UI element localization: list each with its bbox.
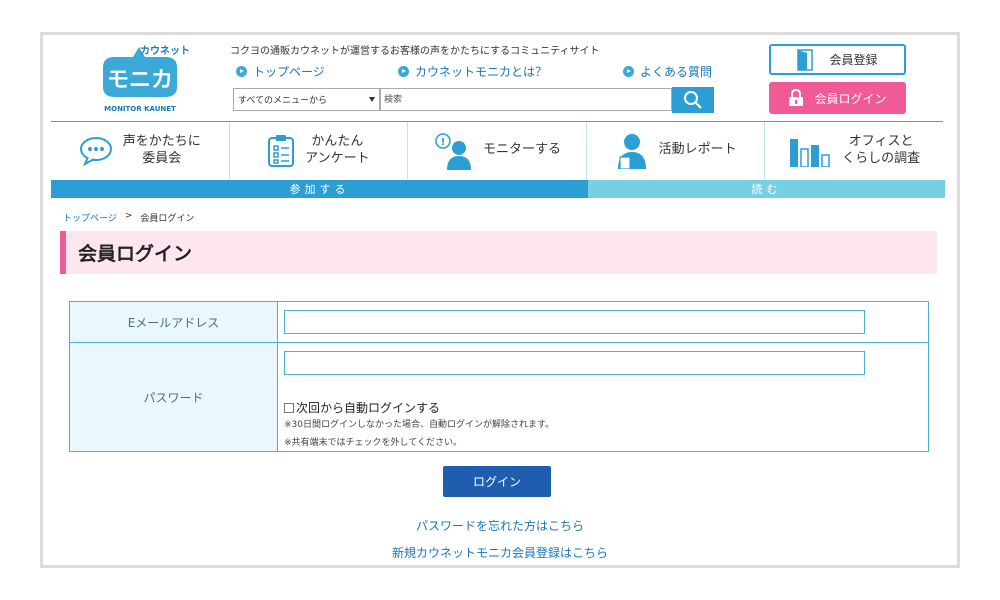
main-nav: 声をかたちに 委員会 かんたん アンケート ! モニターする 活動レポート オフ… <box>51 121 943 179</box>
email-row: Eメールアドレス <box>70 302 928 343</box>
nav-section-read: 読む <box>588 180 945 198</box>
page-frame: カウネット モニカ MONITOR KAUNET コクヨの通販カウネットが運営す… <box>40 32 960 568</box>
arrow-circle-icon <box>623 66 634 77</box>
nav-label: モニターする <box>482 142 561 158</box>
login-form: Eメールアドレス パスワード 次回から自動ログインする ※30日間ログインしなか… <box>69 301 929 452</box>
auto-login-label: 次回から自動ログインする <box>296 401 441 415</box>
password-row: パスワード 次回から自動ログインする ※30日間ログインしなかった場合、自動ログ… <box>70 343 928 451</box>
link-label: トップページ <box>253 65 325 79</box>
speech-bubble-icon <box>79 136 112 166</box>
nav-label: 声をかたちに 委員会 <box>122 134 201 166</box>
checkbox-icon <box>284 402 294 413</box>
logo-main: モニカ <box>107 68 173 93</box>
logo-katakana: カウネット <box>140 45 189 57</box>
forgot-password-link[interactable]: パスワードを忘れた方はこちら <box>43 517 957 534</box>
svg-text:!: ! <box>441 137 446 148</box>
arrow-circle-icon <box>398 66 409 77</box>
nav-label: 活動レポート <box>658 142 737 158</box>
menu-select[interactable]: すべてのメニューから <box>233 88 380 111</box>
login-button[interactable]: ログイン <box>443 466 551 497</box>
register-label: 会員登録 <box>829 53 878 67</box>
new-register-link[interactable]: 新規カウネットモニカ会員登録はこちら <box>43 544 957 561</box>
password-label: パスワード <box>70 343 278 451</box>
bar-chart-icon <box>790 138 830 167</box>
link-label: よくある質問 <box>640 65 713 79</box>
nav-item-report[interactable]: 活動レポート <box>587 122 766 179</box>
logo-sub: MONITOR KAUNET <box>104 105 176 113</box>
chevron-down-icon <box>369 97 375 102</box>
breadcrumb-separator: > <box>124 211 133 221</box>
header-login-button[interactable]: 会員ログイン <box>769 82 906 114</box>
clipboard-icon <box>268 134 295 167</box>
door-icon <box>797 48 814 71</box>
nav-label: かんたん アンケート <box>305 134 370 166</box>
nav-section-participate: 参加する <box>51 180 588 198</box>
note-shared-device: ※共有端末ではチェックを外してください。 <box>284 438 463 448</box>
nav-item-monitor[interactable]: ! モニターする <box>408 122 587 179</box>
link-faq[interactable]: よくある質問 <box>623 63 712 80</box>
search-button[interactable] <box>672 87 714 113</box>
tagline: コクヨの通販カウネットが運営するお客様の声をかたちにするコミュニティサイト <box>230 46 600 57</box>
lock-icon <box>789 89 804 106</box>
link-top-page[interactable]: トップページ <box>236 63 325 80</box>
email-field[interactable] <box>284 310 865 334</box>
breadcrumb-current: 会員ログイン <box>140 214 195 224</box>
header-login-label: 会員ログイン <box>814 91 887 106</box>
nav-item-research[interactable]: オフィスと くらしの調査 <box>765 122 943 179</box>
arrow-circle-icon <box>236 66 247 77</box>
nav-item-committee[interactable]: 声をかたちに 委員会 <box>51 122 230 179</box>
breadcrumb: トップページ > 会員ログイン <box>63 211 194 224</box>
password-field[interactable] <box>284 351 865 375</box>
link-label: カウネットモニカとは？ <box>415 65 548 79</box>
search-input[interactable] <box>380 88 672 111</box>
nav-label: オフィスと くらしの調査 <box>842 134 921 166</box>
link-about[interactable]: カウネットモニカとは？ <box>398 63 547 80</box>
nav-item-survey[interactable]: かんたん アンケート <box>230 122 409 179</box>
note-auto-logout: ※30日間ログインしなかった場合、自動ログインが解除されます。 <box>284 420 555 430</box>
breadcrumb-home[interactable]: トップページ <box>63 211 117 224</box>
register-button[interactable]: 会員登録 <box>769 44 906 75</box>
site-logo[interactable]: カウネット モニカ MONITOR KAUNET <box>89 43 190 115</box>
email-label: Eメールアドレス <box>70 302 278 342</box>
person-idea-icon: ! <box>435 132 471 170</box>
page-title-box: 会員ログイン <box>60 231 937 274</box>
search-icon <box>684 91 702 109</box>
person-report-icon <box>617 133 646 169</box>
page-title: 会員ログイン <box>78 243 193 265</box>
menu-select-value: すべてのメニューから <box>238 96 328 106</box>
auto-login-checkbox[interactable]: 次回から自動ログインする <box>284 399 440 416</box>
